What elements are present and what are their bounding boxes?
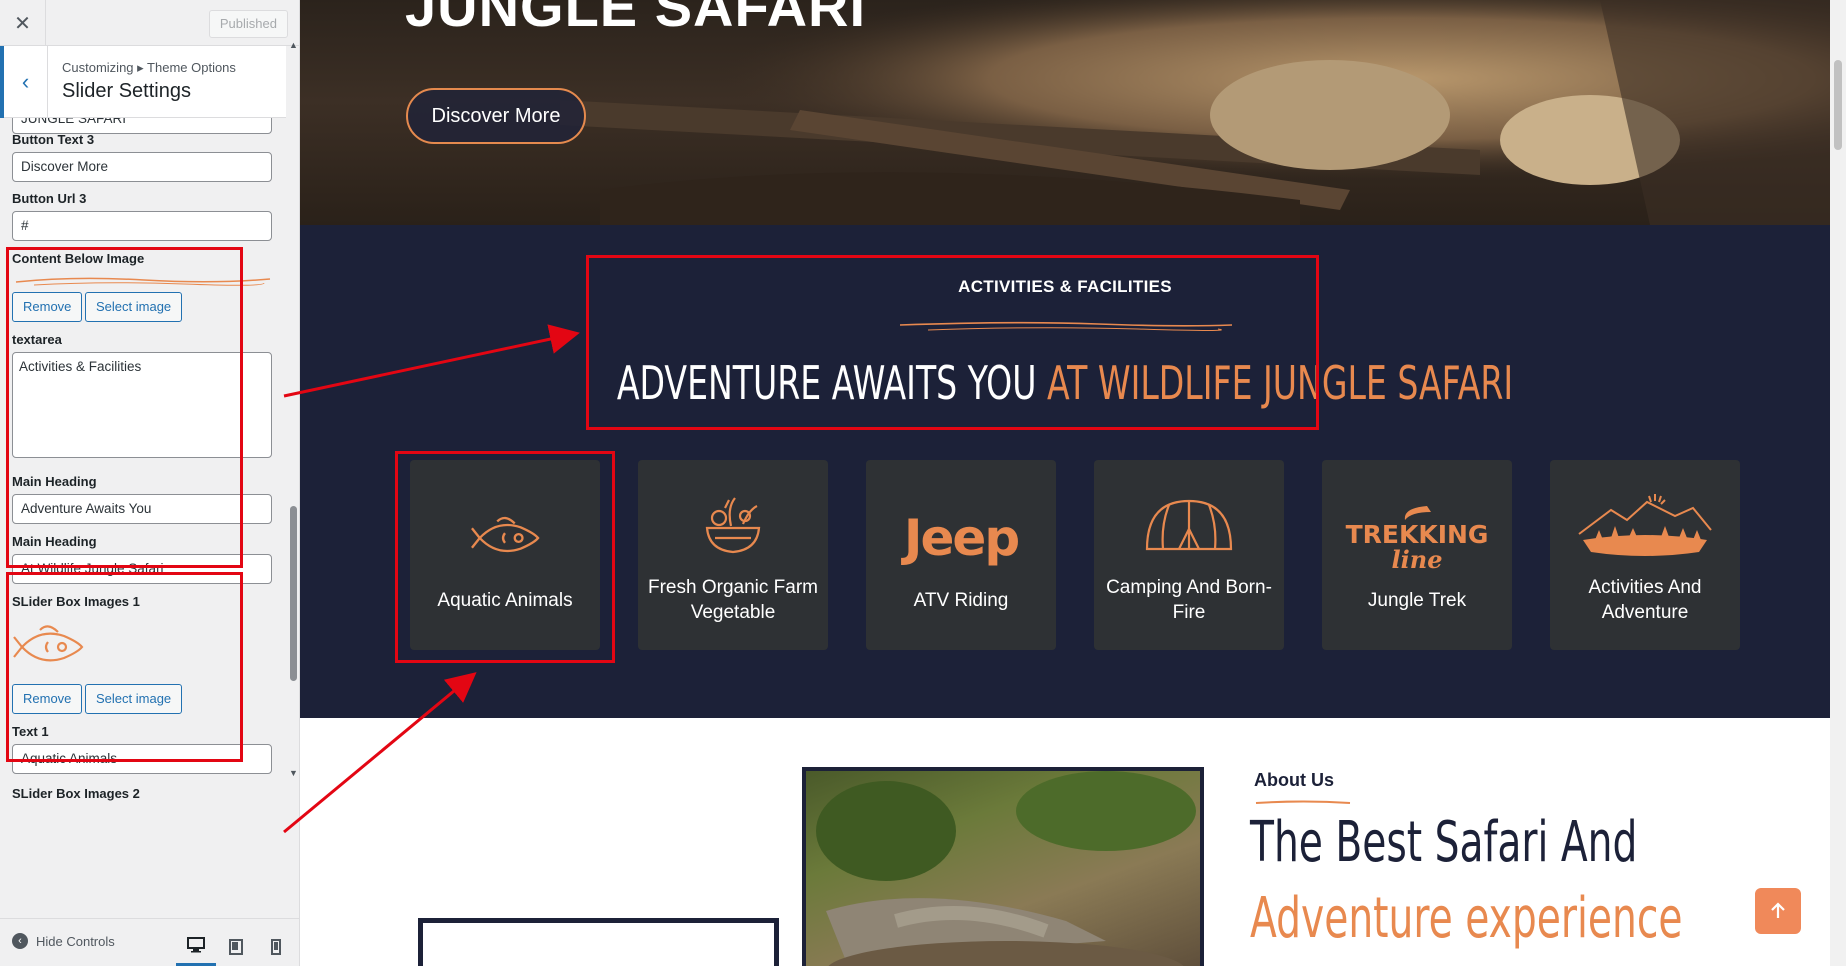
activities-section: ACTIVITIES & FACILITIES ADVENTURE AWAITS… — [300, 225, 1830, 718]
kicker-underline — [899, 321, 1233, 331]
about-image-frame — [418, 918, 779, 966]
card-label: Fresh Organic Farm Vegetable — [648, 577, 818, 623]
close-icon[interactable]: ✕ — [0, 0, 46, 46]
hero-slider: JUNGLE SAFARI Discover More — [300, 0, 1830, 225]
customizer-header: ✕ Published — [0, 0, 299, 46]
section-heading: ADVENTURE AWAITS YOU AT WILDLIFE JUNGLE … — [514, 353, 1616, 413]
fish-icon — [13, 625, 84, 662]
about-photo — [802, 767, 1204, 966]
about-section: About Us The Best Safari And Adventure e… — [300, 718, 1830, 966]
mountain-landscape-icon — [1575, 485, 1715, 565]
about-kicker: About Us — [1254, 770, 1334, 790]
activity-card[interactable]: Aquatic Animals — [410, 460, 600, 650]
jeep-logo-text: Jeep — [903, 508, 1020, 567]
trekking-logo-icon: TREKKING line — [1345, 498, 1489, 578]
button-url-label: Button Url 3 — [12, 191, 87, 206]
discover-more-button[interactable]: Discover More — [406, 88, 586, 144]
scroll-up-icon[interactable]: ▲ — [289, 40, 298, 50]
desktop-preview-icon[interactable] — [176, 927, 216, 966]
controls-panel: JUNGLE SAFARI Button Text 3 Discover Mor… — [0, 118, 286, 918]
slider-box-2-label: SLider Box Images 2 — [12, 786, 140, 801]
card-label: Aquatic Animals — [437, 589, 573, 611]
activity-card[interactable]: Camping And Born-Fire — [1094, 460, 1284, 650]
about-heading-2: Adventure experience — [1250, 886, 1683, 951]
site-preview: JUNGLE SAFARI Discover More ACTIVITIES &… — [300, 0, 1830, 966]
card-label: Camping And Born-Fire — [1106, 577, 1272, 623]
breadcrumb: Customizing ▸ Theme Options — [62, 60, 236, 75]
publish-button[interactable]: Published — [208, 10, 288, 38]
page-scrollbar-thumb[interactable] — [1834, 60, 1842, 150]
textarea-field[interactable]: Activities & Facilities — [12, 352, 272, 458]
section-header: ‹ Customizing ▸ Theme Options Slider Set… — [0, 46, 286, 118]
remove-image-button-2[interactable]: Remove — [12, 684, 83, 714]
main-heading-label: Main Heading — [12, 474, 97, 489]
trekking-logo-text: TREKKING — [1345, 519, 1489, 549]
arrow-up-icon — [1771, 902, 1785, 918]
heading-part-1: ADVENTURE AWAITS YOU — [616, 356, 1037, 410]
fish-icon — [470, 498, 540, 578]
button-text-label: Button Text 3 — [12, 132, 95, 147]
textarea-label: textarea — [12, 332, 62, 347]
activity-card[interactable]: Activities And Adventure — [1550, 460, 1740, 650]
scroll-down-icon[interactable]: ▼ — [289, 768, 298, 778]
tent-icon — [1143, 485, 1235, 565]
card-label: Activities And Adventure — [1588, 577, 1702, 623]
page-scrollbar[interactable] — [1830, 0, 1846, 966]
hero-title: JUNGLE SAFARI — [405, 0, 867, 38]
about-underline — [1255, 800, 1351, 804]
main-heading-field-2[interactable]: At Wildlife Jungle Safari — [12, 554, 272, 584]
trekking-logo-subtext: line — [1391, 544, 1443, 574]
mobile-preview-icon[interactable] — [256, 927, 296, 966]
customizer-footer: ‹ Hide Controls — [0, 918, 299, 966]
text-1-label: Text 1 — [12, 724, 49, 739]
back-arrow-icon[interactable]: ‹ — [0, 46, 48, 118]
tablet-preview-icon[interactable] — [216, 927, 256, 966]
scroll-to-top-button[interactable] — [1755, 888, 1801, 934]
activity-card[interactable]: Jeep ATV Riding — [866, 460, 1056, 650]
card-label: ATV Riding — [913, 589, 1009, 611]
button-url-field[interactable]: # — [12, 211, 272, 241]
main-heading-field[interactable]: Adventure Awaits You — [12, 494, 272, 524]
activity-card[interactable]: Fresh Organic Farm Vegetable — [638, 460, 828, 650]
heading-part-2: AT WILDLIFE JUNGLE SAFARI — [1046, 356, 1514, 410]
select-image-button-2[interactable]: Select image — [85, 684, 183, 714]
customizer-sidebar: ✕ Published ‹ Customizing ▸ Theme Option… — [0, 0, 300, 966]
section-kicker: ACTIVITIES & FACILITIES — [958, 277, 1172, 296]
select-image-button[interactable]: Select image — [85, 292, 183, 322]
content-image-label: Content Below Image — [12, 251, 145, 266]
remove-image-button[interactable]: Remove — [12, 292, 83, 322]
collapse-icon: ‹ — [12, 933, 28, 949]
divider-preview-image — [15, 277, 271, 286]
card-label: Jungle Trek — [1367, 589, 1467, 611]
scrollbar-thumb[interactable] — [290, 506, 297, 681]
text-1-field[interactable]: Aquatic Animals — [12, 744, 272, 774]
hide-controls-label: Hide Controls — [36, 933, 115, 949]
main-heading-label-2: Main Heading — [12, 534, 97, 549]
section-title: Slider Settings — [62, 80, 191, 102]
about-heading-1: The Best Safari And — [1250, 810, 1638, 875]
vegetable-bowl-icon — [697, 485, 769, 565]
button-text-field[interactable]: Discover More — [12, 152, 272, 182]
jeep-logo-icon: Jeep — [903, 498, 1020, 578]
lizard-photo — [816, 771, 1196, 966]
sidebar-scrollbar[interactable]: ▲ ▼ — [287, 40, 299, 918]
activity-card[interactable]: TREKKING line Jungle Trek — [1322, 460, 1512, 650]
slider-box-1-label: SLider Box Images 1 — [12, 594, 140, 609]
hide-controls-button[interactable]: ‹ Hide Controls — [12, 933, 115, 949]
